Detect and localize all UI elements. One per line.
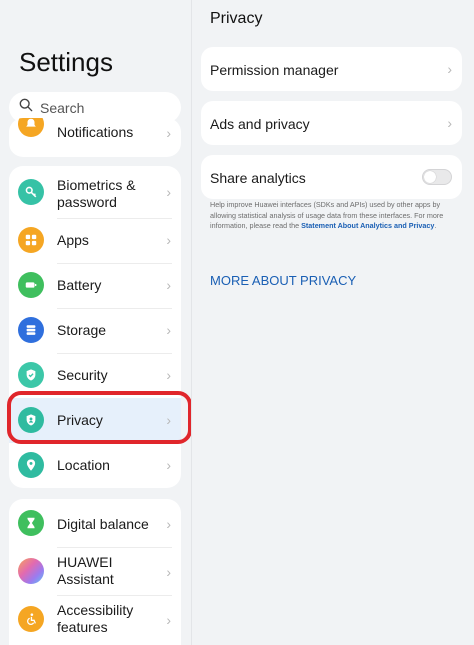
item-label: Permission manager: [210, 62, 339, 78]
battery-icon: [18, 272, 44, 298]
sidebar-item-label: Battery: [57, 277, 102, 293]
sidebar-item-label: Security: [57, 367, 108, 383]
sidebar-item-battery[interactable]: Battery ›: [9, 263, 181, 308]
bell-icon: [18, 118, 44, 137]
sidebar-item-label: Location: [57, 457, 110, 473]
sidebar-item-label: HUAWEI Assistant: [57, 554, 114, 587]
sidebar-item-label: Digital balance: [57, 516, 149, 532]
help-text-end: .: [434, 221, 437, 230]
accessibility-icon: [18, 606, 44, 632]
toggle-knob: [424, 171, 436, 183]
chevron-right-icon: ›: [166, 277, 171, 293]
selection-highlight-ring: [7, 391, 191, 444]
notifications-card: Notifications ›: [9, 118, 181, 157]
settings-sidebar: Settings Search Notifications › Biometri…: [0, 0, 192, 645]
hourglass-icon: [18, 510, 44, 536]
analytics-statement-link[interactable]: Statement About Analytics and Privacy: [301, 221, 434, 230]
chevron-right-icon: ›: [166, 516, 171, 532]
sidebar-item-label: Biometrics & password: [57, 177, 136, 210]
privacy-detail-pane: Privacy Permission manager › Ads and pri…: [193, 0, 474, 645]
search-icon: [19, 98, 33, 117]
sidebar-item-huawei-assistant[interactable]: HUAWEI Assistant ›: [9, 547, 181, 595]
chevron-right-icon: ›: [166, 322, 171, 338]
chevron-right-icon: ›: [166, 232, 171, 248]
search-placeholder: Search: [40, 99, 85, 116]
sidebar-item-label: Storage: [57, 322, 107, 338]
chevron-right-icon: ›: [166, 612, 171, 628]
shield-icon: [18, 362, 44, 388]
permission-manager-item[interactable]: Permission manager ›: [201, 47, 462, 91]
key-icon: [18, 179, 44, 205]
sidebar-item-notifications[interactable]: Notifications ›: [9, 118, 181, 147]
item-label: Ads and privacy: [210, 116, 310, 132]
item-label: Share analytics: [210, 170, 306, 186]
sidebar-item-digital-balance[interactable]: Digital balance ›: [9, 499, 181, 547]
apps-grid-icon: [18, 227, 44, 253]
chevron-right-icon: ›: [166, 457, 171, 473]
assistant-orb-icon: [18, 558, 44, 584]
chevron-right-icon: ›: [166, 125, 171, 141]
chevron-right-icon: ›: [166, 367, 171, 383]
sidebar-item-apps[interactable]: Apps ›: [9, 218, 181, 263]
page-title: Settings: [19, 47, 113, 77]
chevron-right-icon: ›: [166, 564, 171, 580]
sidebar-item-accessibility[interactable]: Accessibility features ›: [9, 595, 181, 643]
more-about-privacy-link[interactable]: MORE ABOUT PRIVACY: [210, 273, 356, 288]
share-analytics-item: Share analytics: [201, 155, 462, 199]
storage-icon: [18, 317, 44, 343]
sidebar-item-label: Accessibility features: [57, 602, 134, 635]
ads-and-privacy-item[interactable]: Ads and privacy ›: [201, 101, 462, 145]
chevron-right-icon: ›: [447, 61, 452, 77]
sidebar-item-biometrics[interactable]: Biometrics & password ›: [9, 166, 181, 218]
analytics-help-text: Help improve Huawei interfaces (SDKs and…: [210, 200, 462, 232]
sidebar-item-label: Apps: [57, 232, 89, 248]
settings-group-2: Digital balance › HUAWEI Assistant › Acc…: [9, 499, 181, 645]
sidebar-item-label: Notifications: [57, 124, 134, 140]
page-title: Privacy: [210, 10, 263, 27]
share-analytics-toggle[interactable]: [422, 169, 452, 185]
sidebar-item-location[interactable]: Location ›: [9, 443, 181, 488]
chevron-right-icon: ›: [447, 115, 452, 131]
location-pin-icon: [18, 452, 44, 478]
chevron-right-icon: ›: [166, 184, 171, 200]
sidebar-item-storage[interactable]: Storage ›: [9, 308, 181, 353]
